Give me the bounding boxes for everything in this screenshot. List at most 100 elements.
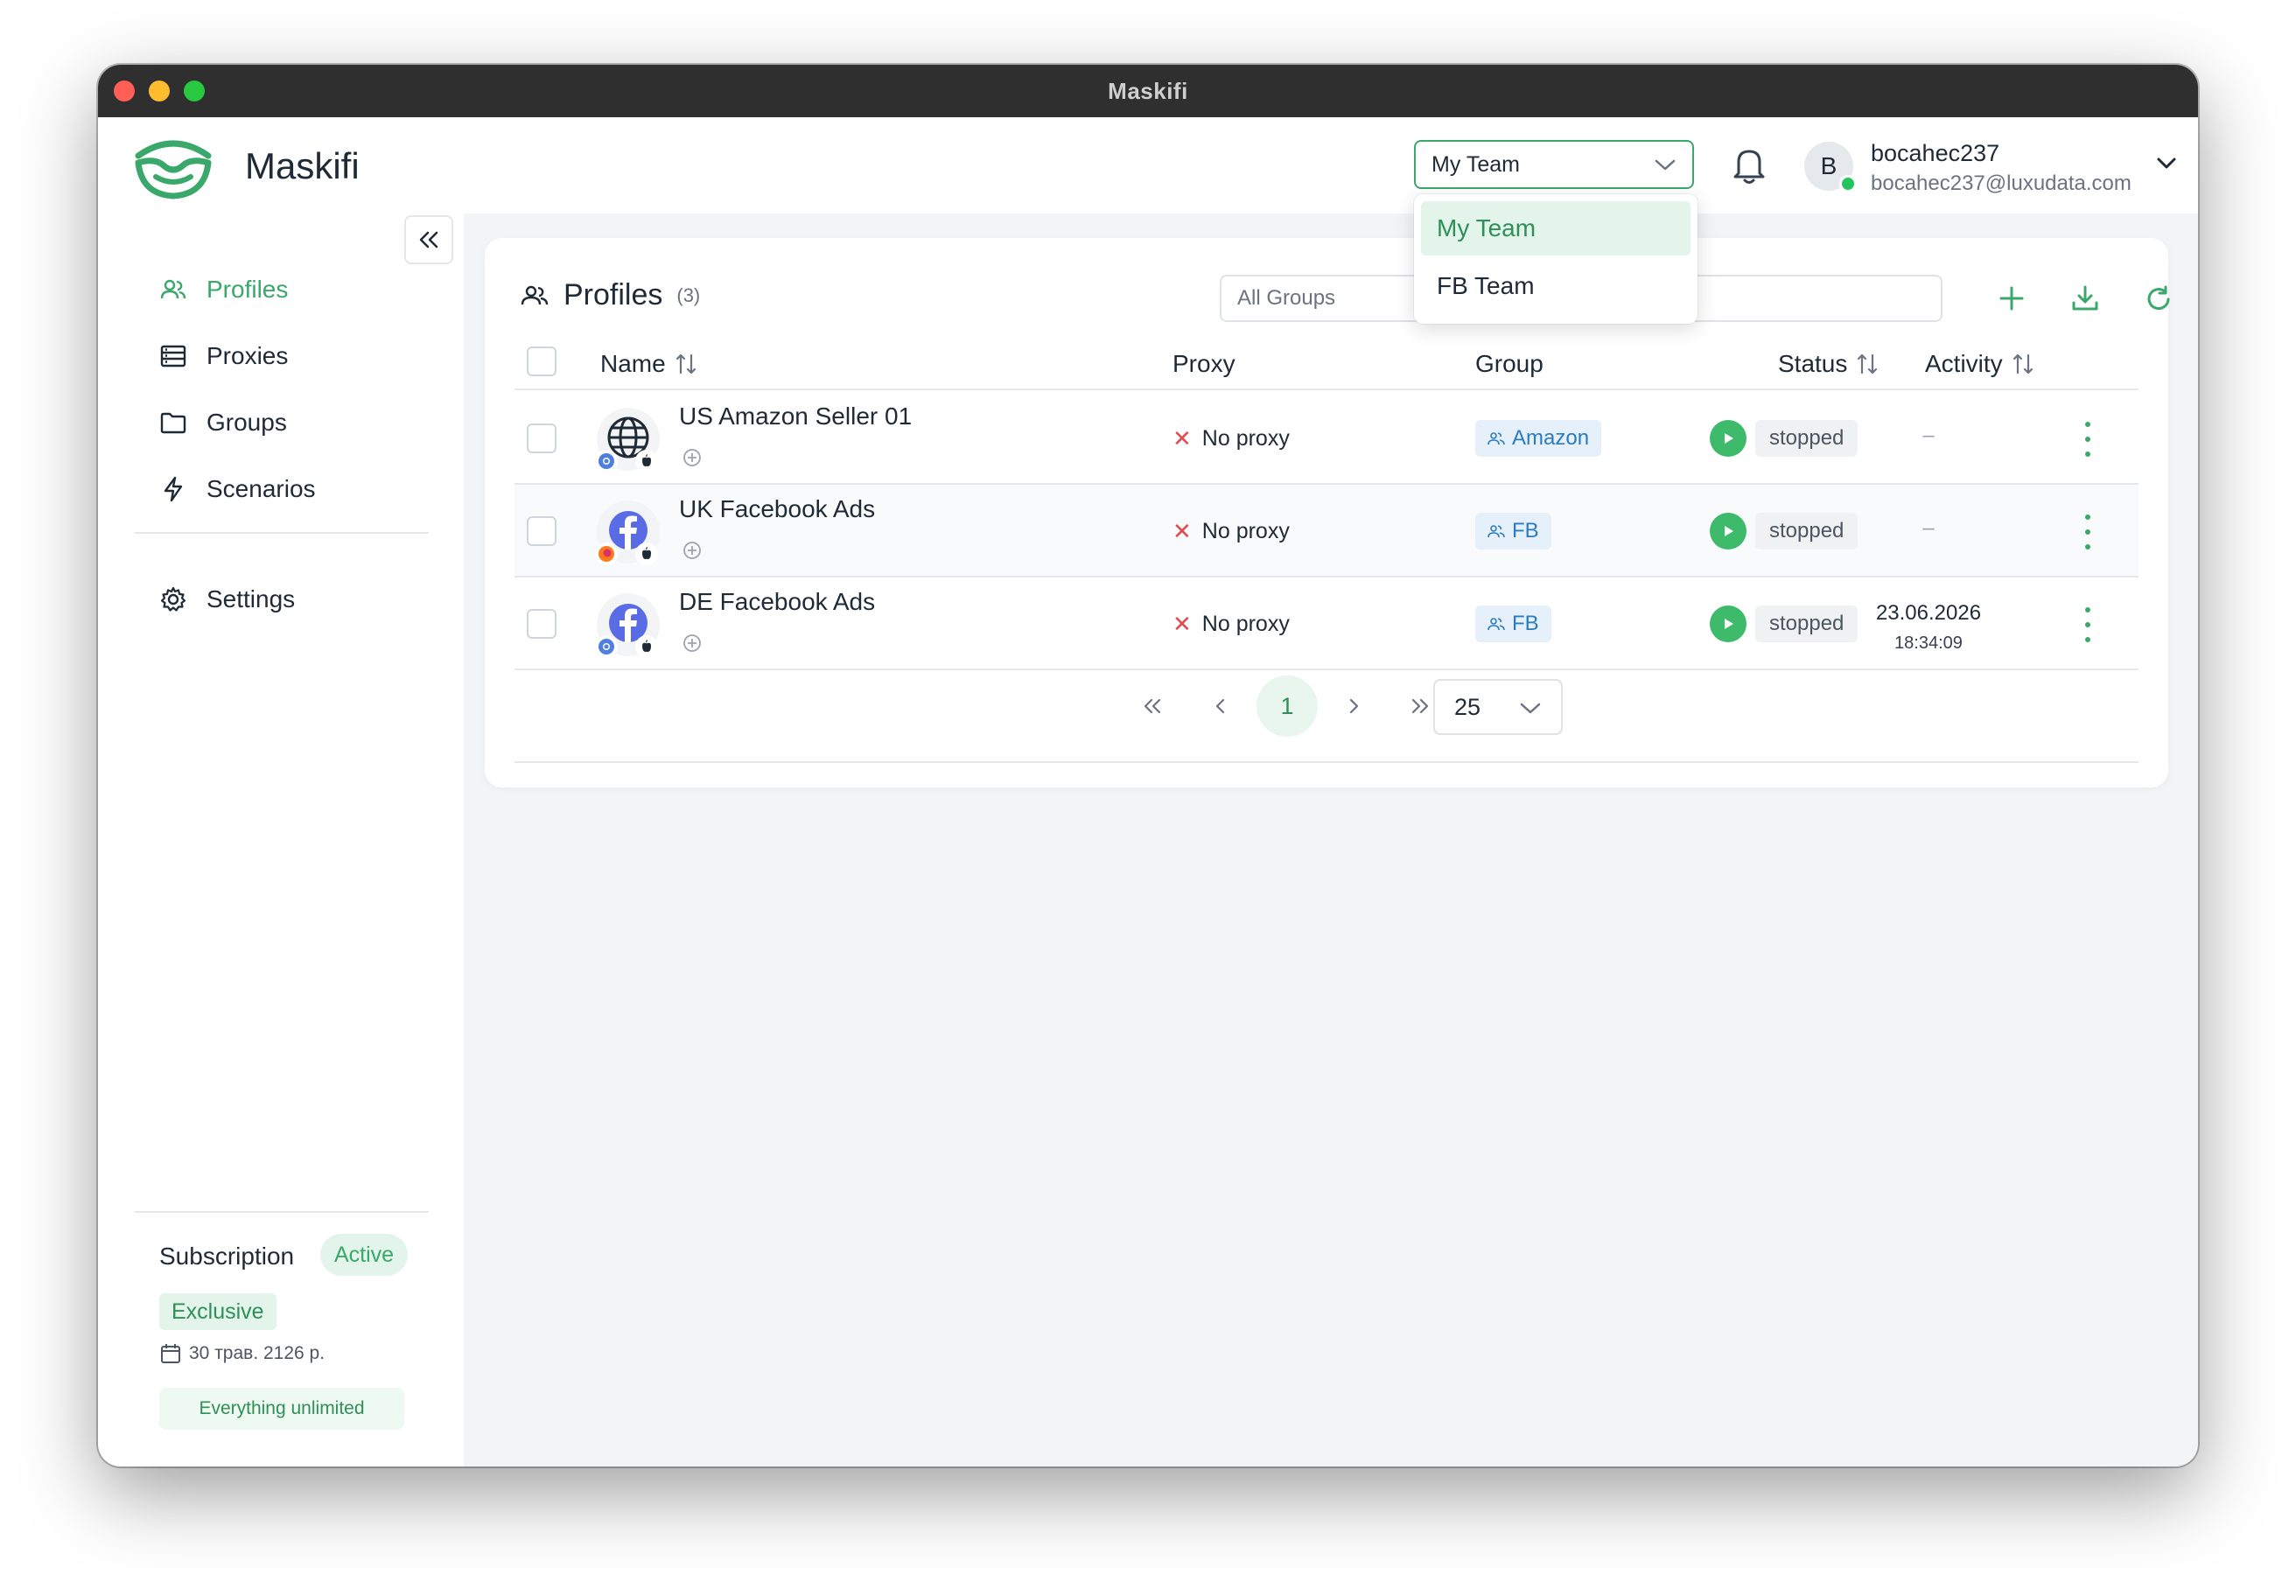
column-header-proxy: Proxy bbox=[1172, 350, 1236, 378]
card-divider bbox=[514, 761, 2138, 763]
page-button-current[interactable]: 1 bbox=[1256, 676, 1318, 737]
chevron-right-icon bbox=[1349, 698, 1359, 714]
pagination: 1 25 bbox=[485, 676, 2168, 737]
group-name: Amazon bbox=[1512, 426, 1590, 450]
row-menu-button[interactable] bbox=[2079, 514, 2096, 550]
chevron-down-icon bbox=[1520, 703, 1541, 714]
download-icon bbox=[2072, 285, 2098, 311]
row-checkbox[interactable] bbox=[527, 424, 556, 453]
sidebar-item-settings[interactable]: Settings bbox=[159, 579, 295, 620]
sidebar-item-scenarios[interactable]: Scenarios bbox=[159, 469, 316, 509]
table-row[interactable]: UK Facebook Ads ✕ No proxy FB stopped – bbox=[514, 485, 2138, 578]
plus-icon bbox=[1999, 286, 2024, 311]
column-header-status[interactable]: Status bbox=[1778, 350, 1879, 378]
subscription-title: Subscription bbox=[159, 1242, 295, 1270]
row-checkbox[interactable] bbox=[527, 609, 556, 639]
profile-avatar bbox=[595, 500, 660, 565]
refresh-button[interactable] bbox=[2138, 278, 2179, 318]
column-label: Activity bbox=[1925, 350, 2003, 377]
add-tag-icon[interactable] bbox=[682, 634, 702, 653]
activity-time: 18:34:09 bbox=[1894, 634, 1963, 653]
page-size-select[interactable]: 25 bbox=[1433, 679, 1563, 735]
team-option-my-team[interactable]: My Team bbox=[1421, 201, 1690, 256]
group-badge: FB bbox=[1475, 513, 1551, 550]
column-label: Proxy bbox=[1172, 350, 1236, 377]
sidebar-item-profiles[interactable]: Profiles bbox=[159, 270, 288, 310]
start-profile-button[interactable] bbox=[1710, 420, 1746, 457]
add-tag-icon[interactable] bbox=[682, 541, 702, 560]
add-tag-icon[interactable] bbox=[682, 448, 702, 467]
maximize-window-button[interactable] bbox=[184, 80, 205, 102]
server-icon bbox=[160, 345, 186, 368]
sidebar-item-proxies[interactable]: Proxies bbox=[159, 336, 288, 376]
gear-icon bbox=[160, 586, 186, 612]
column-header-activity[interactable]: Activity bbox=[1925, 350, 2034, 378]
proxy-text: No proxy bbox=[1201, 612, 1290, 636]
start-profile-button[interactable] bbox=[1710, 513, 1746, 550]
chevron-left-icon bbox=[1215, 698, 1225, 714]
title-bar: Maskifi bbox=[98, 65, 2198, 117]
user-name: bocahec237 bbox=[1871, 140, 2000, 166]
next-page-button[interactable] bbox=[1323, 676, 1384, 737]
profile-name[interactable]: US Amazon Seller 01 bbox=[679, 402, 912, 430]
group-name: FB bbox=[1512, 519, 1539, 542]
page-title: Profiles (3) bbox=[520, 278, 700, 312]
team-option-fb-team[interactable]: FB Team bbox=[1421, 259, 1690, 313]
chevron-down-icon bbox=[1655, 159, 1676, 171]
column-header-name[interactable]: Name bbox=[600, 350, 697, 378]
start-profile-button[interactable] bbox=[1710, 606, 1746, 642]
minimize-window-button[interactable] bbox=[149, 80, 170, 102]
double-chevron-right-icon bbox=[1411, 698, 1429, 714]
prev-page-button[interactable] bbox=[1190, 676, 1251, 737]
group-badge: FB bbox=[1475, 606, 1551, 642]
sidebar-item-label: Proxies bbox=[206, 342, 289, 369]
chromium-icon bbox=[595, 635, 618, 658]
row-menu-button[interactable] bbox=[2079, 422, 2096, 457]
plan-badge: Exclusive bbox=[159, 1293, 276, 1330]
subscription-note: Everything unlimited bbox=[159, 1388, 404, 1430]
sort-icon bbox=[1858, 354, 1878, 374]
column-label: Name bbox=[600, 350, 666, 377]
play-icon bbox=[1725, 526, 1733, 536]
bell-icon[interactable] bbox=[1731, 145, 1768, 186]
status-badge: stopped bbox=[1755, 606, 1858, 642]
import-button[interactable] bbox=[2065, 278, 2105, 318]
double-chevron-left-icon bbox=[419, 231, 438, 248]
first-page-button[interactable] bbox=[1122, 676, 1183, 737]
row-checkbox[interactable] bbox=[527, 516, 556, 546]
groups-filter-select[interactable]: All Groups bbox=[1220, 275, 1447, 322]
subscription-date: 30 трав. 2126 р. bbox=[159, 1342, 325, 1365]
profile-avatar bbox=[595, 408, 660, 472]
refresh-icon bbox=[2147, 285, 2170, 311]
sort-icon bbox=[2012, 354, 2033, 374]
close-window-button[interactable] bbox=[114, 80, 135, 102]
add-profile-button[interactable] bbox=[1992, 278, 2032, 318]
collapse-sidebar-button[interactable] bbox=[404, 215, 453, 264]
sidebar-item-label: Settings bbox=[206, 585, 296, 612]
user-menu-chevron-icon[interactable] bbox=[2156, 154, 2177, 172]
profile-name[interactable]: UK Facebook Ads bbox=[679, 495, 875, 523]
activity-cell: 23.06.2026 18:34:09 bbox=[1858, 598, 1998, 658]
users-icon bbox=[1488, 525, 1505, 538]
subscription-status-badge: Active bbox=[320, 1234, 409, 1276]
top-bar: Maskifi My Team B bocahec237 bocahec237@… bbox=[98, 117, 2198, 214]
users-icon bbox=[521, 285, 549, 304]
activity-cell: – bbox=[1922, 424, 1935, 447]
column-label: Status bbox=[1778, 350, 1848, 377]
table-row[interactable]: DE Facebook Ads ✕ No proxy FB stopped 23… bbox=[514, 578, 2138, 670]
group-name: FB bbox=[1512, 612, 1539, 635]
status-badge: stopped bbox=[1755, 420, 1858, 457]
table-row[interactable]: US Amazon Seller 01 ✕ No proxy Amazon st… bbox=[514, 392, 2138, 485]
no-proxy-icon: ✕ bbox=[1172, 611, 1192, 637]
row-menu-button[interactable] bbox=[2079, 607, 2096, 642]
apple-icon bbox=[635, 450, 658, 472]
sidebar-item-groups[interactable]: Groups bbox=[159, 402, 287, 443]
sidebar-divider bbox=[135, 1211, 429, 1213]
profiles-count: (3) bbox=[676, 284, 701, 306]
team-select[interactable]: My Team bbox=[1414, 140, 1694, 189]
apple-icon bbox=[635, 635, 658, 658]
profile-name[interactable]: DE Facebook Ads bbox=[679, 588, 875, 616]
status-badge: stopped bbox=[1755, 513, 1858, 550]
select-all-checkbox[interactable] bbox=[527, 346, 556, 376]
profiles-title: Profiles bbox=[564, 278, 663, 312]
